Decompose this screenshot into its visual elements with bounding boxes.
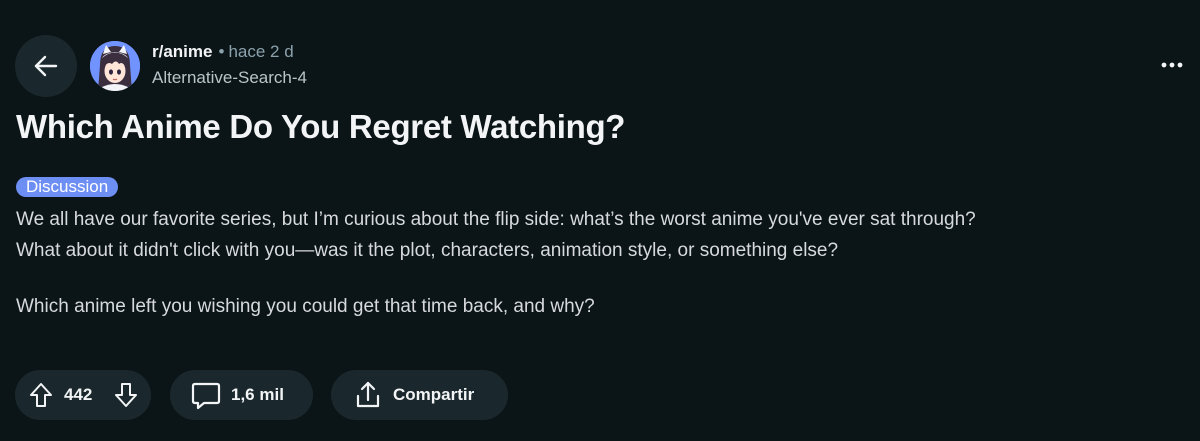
overflow-menu-button[interactable]	[1152, 50, 1192, 80]
more-horizontal-icon	[1161, 62, 1183, 68]
anime-avatar-image	[90, 41, 140, 91]
comment-count: 1,6 mil	[231, 385, 284, 404]
meta-separator: •	[218, 42, 225, 61]
post-flair[interactable]: Discussion	[16, 177, 119, 197]
author-name[interactable]: Alternative-Search-4	[152, 66, 307, 90]
post-body-line: We all have our favorite series, but I’m…	[16, 209, 976, 230]
vote-control: 442	[15, 370, 151, 420]
back-button[interactable]	[15, 35, 77, 97]
share-label: Compartir	[393, 385, 475, 404]
downvote-button[interactable]	[114, 382, 138, 408]
post-meta: r/anime • hace 2 d Alternative-Search-4	[152, 40, 307, 90]
subreddit-avatar[interactable]	[90, 41, 140, 91]
upvote-button[interactable]	[29, 382, 53, 408]
comments-button[interactable]: 1,6 mil	[170, 370, 313, 420]
vote-count: 442	[64, 385, 93, 404]
comment-icon-wrap	[190, 381, 222, 411]
downvote-arrow-icon	[115, 383, 137, 407]
upvote-arrow-icon	[30, 383, 52, 407]
post-title: Which Anime Do You Regret Watching?	[16, 108, 626, 145]
post-body: We all have our favorite series, but I’m…	[16, 204, 1186, 322]
arrow-left-icon	[34, 55, 58, 77]
share-icon-wrap	[352, 379, 384, 411]
share-button[interactable]: Compartir	[331, 370, 508, 420]
post-timestamp: hace 2 d	[228, 42, 294, 61]
subreddit-name[interactable]: r/anime	[152, 42, 212, 61]
post-body-line: Which anime left you wishing you could g…	[16, 296, 595, 317]
share-icon	[356, 381, 380, 408]
post-body-line: What about it didn't click with you—was …	[16, 240, 839, 261]
comment-bubble-icon	[191, 382, 221, 410]
